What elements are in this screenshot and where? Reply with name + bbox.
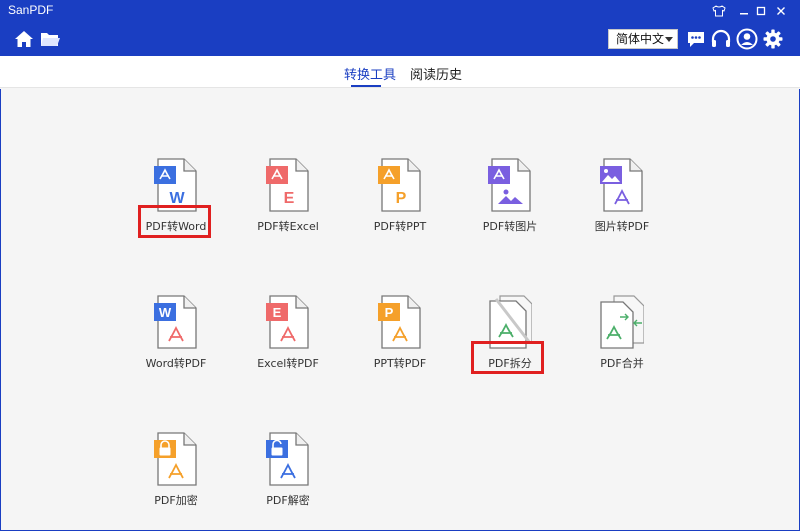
tool-label: PDF解密 [266,494,310,507]
pdf-encrypt-icon [154,432,197,486]
tab-bar: 转换工具 阅读历史 [0,56,800,88]
tool-pdf-decrypt[interactable]: PDF解密 [238,432,338,531]
pdf-to-ppt-icon: P [378,158,421,212]
svg-text:P: P [385,305,394,320]
excel-to-pdf-icon: E [266,295,309,349]
word-to-pdf-icon: W [154,295,197,349]
tool-label: Excel转PDF [257,357,319,370]
pdf-merge-icon [600,295,644,349]
language-value: 简体中文 [616,32,665,46]
svg-text:E: E [273,305,282,320]
tool-label: PDF转Excel [257,220,319,233]
tool-pdf-encrypt[interactable]: PDF加密 [126,432,226,531]
app-title: SanPDF [8,3,54,17]
toolbar: 简体中文 [0,22,800,56]
tool-pdf-to-image[interactable]: PDF转图片 [460,158,560,268]
highlight-box [471,341,544,374]
svg-text:E: E [284,190,295,207]
tab-reading-history[interactable]: 阅读历史 [410,64,462,83]
close-icon[interactable] [772,2,790,20]
chat-icon[interactable] [684,27,708,51]
tool-label: PDF加密 [154,494,198,507]
tool-pdf-to-excel[interactable]: E PDF转Excel [238,158,338,268]
minimize-icon[interactable] [735,2,753,20]
home-icon[interactable] [12,27,36,51]
tool-image-to-pdf[interactable]: 图片转PDF [572,158,672,268]
tool-label: PDF合并 [600,357,644,370]
maximize-icon[interactable] [752,2,770,20]
tool-pdf-to-ppt[interactable]: P PDF转PPT [350,158,450,268]
tool-label: PPT转PDF [373,357,427,370]
tool-label: PDF转图片 [482,220,538,233]
svg-text:P: P [396,190,407,207]
tool-excel-to-pdf[interactable]: E Excel转PDF [238,295,338,405]
title-bar: SanPDF [0,0,800,22]
pdf-to-image-icon [488,158,531,212]
pdf-decrypt-icon [266,432,309,486]
gear-icon[interactable] [761,27,785,51]
active-tab-indicator [351,85,381,87]
headset-icon[interactable] [709,27,733,51]
highlight-box [138,205,211,238]
tool-label: 图片转PDF [594,220,650,233]
user-icon[interactable] [735,27,759,51]
skin-icon[interactable] [710,2,728,20]
tool-ppt-to-pdf[interactable]: P PPT转PDF [350,295,450,405]
pdf-to-word-icon: W [154,158,197,212]
language-select[interactable]: 简体中文 [608,29,678,49]
tool-label: PDF转PPT [373,220,427,233]
ppt-to-pdf-icon: P [378,295,421,349]
tool-word-to-pdf[interactable]: W Word转PDF [126,295,226,405]
tools-panel: W PDF转Word E PDF转Excel P PDF转PPT PDF转图片 … [0,89,800,531]
svg-text:W: W [159,305,172,320]
tool-label: Word转PDF [145,357,207,370]
folder-icon[interactable] [38,27,62,51]
tool-pdf-merge[interactable]: PDF合并 [572,295,672,405]
pdf-to-excel-icon: E [266,158,309,212]
chevron-down-icon [665,37,673,42]
image-to-pdf-icon [600,158,643,212]
tab-convert-tools[interactable]: 转换工具 [344,64,396,83]
